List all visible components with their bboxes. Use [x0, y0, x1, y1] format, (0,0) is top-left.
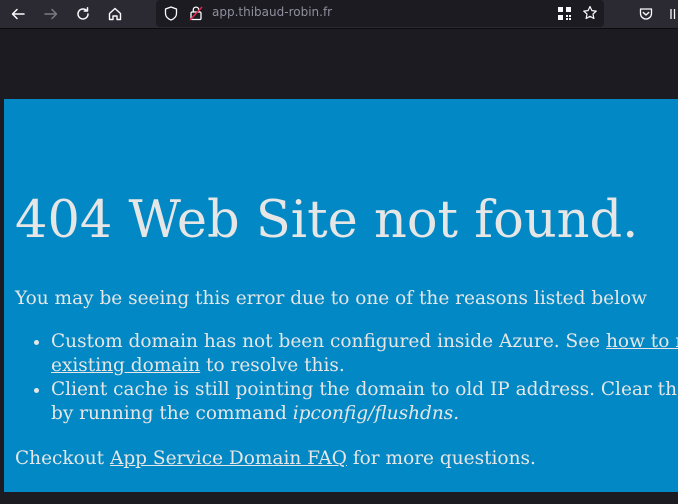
page-title: 404 Web Site not found. — [15, 191, 639, 250]
library-icon — [670, 9, 676, 19]
lock-icon[interactable] — [189, 5, 203, 25]
reason-text-after: . — [453, 403, 460, 424]
home-icon — [108, 7, 122, 21]
reason-text-after: to resolve this. — [200, 355, 345, 376]
pocket-button[interactable] — [636, 4, 656, 24]
reason-text: Custom domain has not been configured in… — [51, 331, 607, 352]
forward-icon — [44, 8, 58, 20]
pocket-icon — [639, 8, 653, 20]
home-button[interactable] — [105, 4, 125, 24]
bookmark-star-icon[interactable] — [582, 5, 598, 25]
reload-button[interactable] — [73, 4, 93, 24]
reasons-list: Custom domain has not been configured in… — [15, 330, 678, 426]
error-page: 404 Web Site not found. You may be seein… — [4, 99, 678, 492]
back-icon — [11, 8, 25, 20]
shield-icon[interactable] — [164, 6, 178, 25]
qr-code-icon[interactable] — [557, 6, 572, 25]
checkout-after: for more questions. — [346, 448, 536, 469]
url-text[interactable]: app.thibaud-robin.fr — [212, 5, 332, 19]
checkout-text: Checkout App Service Domain FAQ for more… — [15, 446, 536, 472]
faq-link[interactable]: App Service Domain FAQ — [110, 448, 347, 469]
back-button[interactable] — [8, 4, 28, 24]
library-button[interactable] — [664, 4, 678, 24]
checkout-before: Checkout — [15, 448, 110, 469]
list-item: Custom domain has not been configured in… — [51, 330, 678, 378]
intro-text: You may be seeing this error due to one … — [15, 288, 648, 309]
url-host: app.thibaud-robin.fr — [212, 5, 333, 19]
browser-toolbar: app.thibaud-robin.fr — [0, 0, 678, 29]
list-item: Client cache is still pointing the domai… — [51, 378, 678, 426]
command-text: ipconfig/flushdns — [292, 403, 454, 424]
reload-icon — [77, 7, 89, 20]
forward-button[interactable] — [41, 4, 61, 24]
address-bar[interactable]: app.thibaud-robin.fr — [156, 0, 604, 27]
